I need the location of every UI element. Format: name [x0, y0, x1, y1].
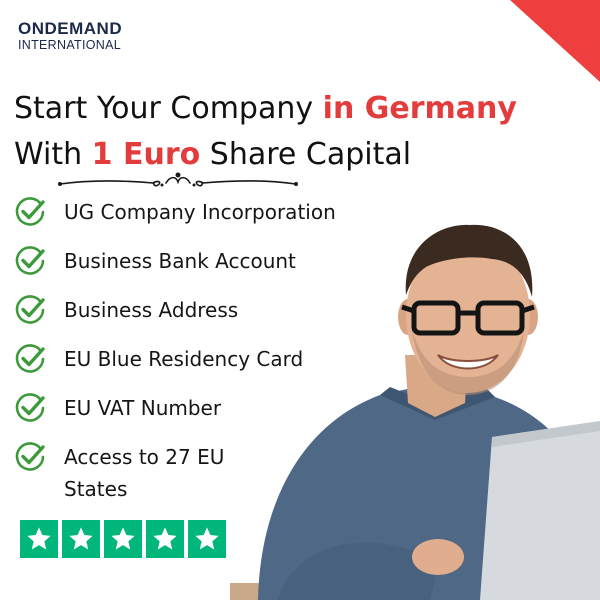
corner-accent [510, 0, 600, 82]
ornament-divider-icon [58, 172, 298, 187]
check-circle-icon [15, 344, 45, 373]
check-circle-icon [15, 393, 45, 422]
check-circle-icon [15, 295, 45, 324]
headline-line2-end: Share Capital [200, 137, 412, 172]
check-circle-icon [15, 197, 45, 226]
man-with-laptop-photo [230, 224, 600, 600]
star-icon [69, 527, 93, 550]
star-icon [195, 527, 219, 550]
star-tile [62, 520, 100, 558]
feature-label: EU VAT Number [64, 396, 222, 420]
headline-line2-highlight: 1 Euro [91, 137, 201, 172]
star-icon [153, 527, 177, 550]
check-circle-icon [15, 246, 45, 275]
star-tile [146, 520, 184, 558]
check-circle-icon [15, 442, 45, 471]
star-tile [20, 520, 58, 558]
headline-line2-start: With [14, 137, 92, 172]
star-icon [111, 527, 135, 550]
star-tile [104, 520, 142, 558]
feature-label: Business Address [64, 298, 239, 322]
brand-logo: ONDEMAND INTERNATIONAL [18, 20, 122, 52]
star-tile [188, 520, 226, 558]
star-rating [20, 520, 226, 558]
headline-line1-highlight: in Germany [322, 91, 517, 126]
logo-name-top: ONDEMAND [18, 19, 123, 38]
logo-name-bottom: INTERNATIONAL [18, 38, 121, 52]
star-icon [27, 527, 51, 550]
headline-line1-start: Start Your Company [14, 91, 323, 126]
laptop [480, 421, 600, 600]
promo-banner: ONDEMAND INTERNATIONAL Start Your Compan… [0, 0, 600, 600]
headline: Start Your Company in Germany With 1 Eur… [14, 86, 517, 178]
